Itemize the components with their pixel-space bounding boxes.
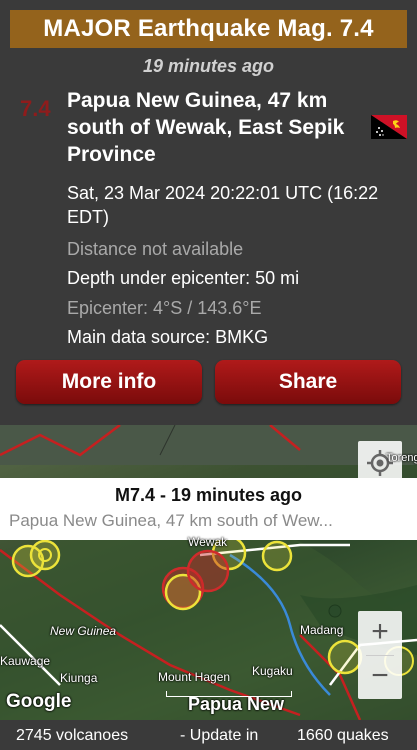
map-label-kiunga: Kiunga xyxy=(60,671,98,685)
google-logo: Google xyxy=(6,691,72,712)
quake-popup[interactable]: M7.4 - 19 minutes ago Papua New Guinea, … xyxy=(0,478,417,540)
magnitude-value: 7.4 xyxy=(20,96,51,121)
datetime-text: Sat, 23 Mar 2024 20:22:01 UTC (16:22 EDT… xyxy=(67,183,379,227)
quake-count: 1660 quakes xyxy=(297,727,389,744)
map-label-new-guinea: New Guinea xyxy=(50,624,117,638)
png-flag-icon xyxy=(371,115,407,139)
map-scale-bar xyxy=(166,691,292,697)
map-label-madang: Madang xyxy=(300,623,344,637)
popup-subtitle: Papua New Guinea, 47 km south of Wew... xyxy=(9,511,333,530)
source-text: Main data source: BMKG xyxy=(67,327,269,347)
alert-banner: MAJOR Earthquake Mag. 7.4 xyxy=(10,10,407,48)
time-ago: 19 minutes ago xyxy=(142,56,275,76)
map-view[interactable]: M7.4 - 19 minutes ago Papua New Guinea, … xyxy=(0,425,417,720)
update-status: - Update in xyxy=(180,727,259,744)
distance-text: Distance not available xyxy=(67,239,244,259)
location-title: Papua New Guinea, 47 km south of Wewak, … xyxy=(67,89,345,166)
share-button[interactable]: Share xyxy=(215,360,401,404)
map-label-mount-hagen: Mount Hagen xyxy=(158,670,231,684)
popup-title: M7.4 - 19 minutes ago xyxy=(114,485,303,505)
map-label-kauwage: Kauwage xyxy=(0,654,51,668)
zoom-out-button[interactable]: − xyxy=(358,655,402,699)
zoom-in-button[interactable]: + xyxy=(358,611,402,655)
volcano-count: 2745 volcanoes xyxy=(16,727,129,744)
map-label-kugaku: Kugaku xyxy=(252,664,293,678)
map-label-oreng: Toreng xyxy=(386,452,417,464)
epicenter-text: Epicenter: 4°S / 143.6°E xyxy=(67,298,262,318)
depth-text: Depth under epicenter: 50 mi xyxy=(67,268,300,288)
quake-detail-panel: MAJOR Earthquake Mag. 7.4 19 minutes ago… xyxy=(0,0,417,425)
more-info-button[interactable]: More info xyxy=(16,360,202,404)
status-footer: 2745 volcanoes - Update in 1660 quakes xyxy=(0,720,417,750)
map-label-papua-new: Papua New xyxy=(188,694,285,714)
zoom-controls: + − xyxy=(358,611,402,699)
map-label-wewak: Wewak xyxy=(188,535,228,549)
